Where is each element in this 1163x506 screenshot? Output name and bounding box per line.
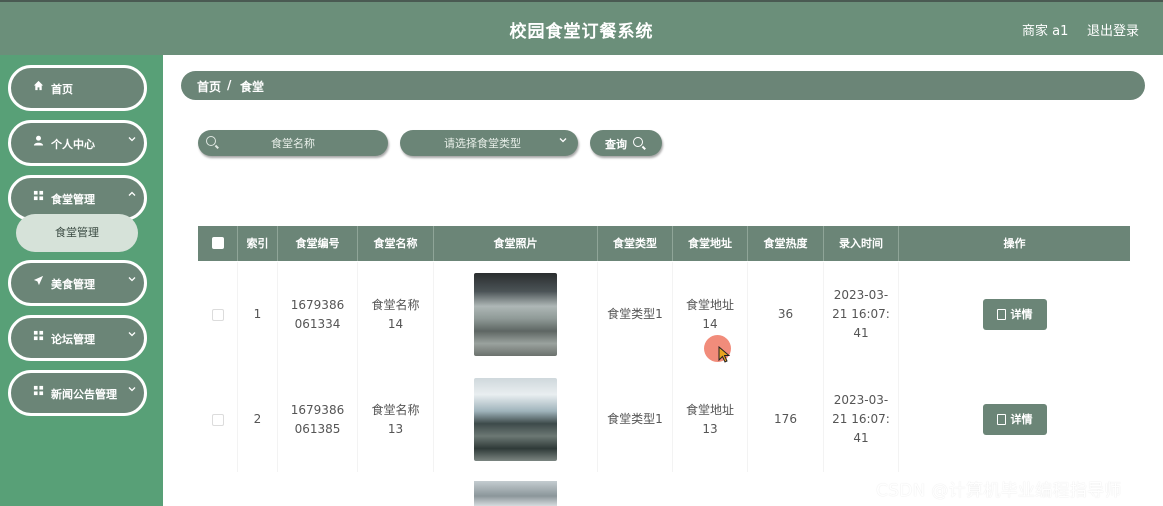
action-cell: 详情 (899, 262, 1130, 367)
breadcrumb-home[interactable]: 首页 (197, 78, 221, 95)
column-header: 食堂热度 (748, 226, 824, 261)
column-header: 录入时间 (824, 226, 899, 261)
canteen-photo (474, 273, 557, 356)
canteen-photo (474, 378, 557, 461)
row-select-cell (198, 367, 238, 472)
table-header: 索引 食堂编号 食堂名称 食堂照片 食堂类型 食堂地址 食堂热度 录入时间 操作 (198, 226, 1130, 261)
chevron-down-icon (127, 134, 137, 147)
chevron-up-icon (127, 189, 137, 202)
home-icon (31, 80, 45, 94)
breadcrumb-separator: / (227, 78, 232, 92)
canteen-photo (474, 481, 557, 506)
detail-button-label: 详情 (1010, 308, 1033, 321)
sidebar-item-label: 新闻公告管理 (51, 388, 117, 401)
column-header: 食堂编号 (278, 226, 358, 261)
code-cell: 1679386061385 (278, 367, 358, 472)
action-cell: 详情 (899, 367, 1130, 472)
app-title: 校园食堂订餐系统 (509, 22, 654, 42)
detail-button-label: 详情 (1010, 413, 1033, 426)
search-icon (633, 137, 643, 147)
sidebar-item-label: 美食管理 (51, 278, 95, 291)
name-cell: 食堂名称14 (358, 262, 434, 367)
chevron-down-icon (127, 329, 137, 342)
sidebar-item-news-management[interactable]: 新闻公告管理 (8, 370, 147, 416)
canteen-type-select[interactable]: 请选择食堂类型 (400, 130, 578, 156)
user-icon (31, 135, 45, 149)
breadcrumb: 首页 / 食堂 (181, 71, 1145, 100)
index-cell: 1 (238, 262, 278, 367)
column-header: 索引 (238, 226, 278, 261)
table-row: 1 1679386061334 食堂名称14 食堂类型1 食堂地址14 36 2… (198, 262, 1130, 367)
detail-button[interactable]: 详情 (982, 299, 1047, 330)
select-placeholder: 请选择食堂类型 (444, 137, 521, 150)
mouse-cursor-icon (718, 345, 731, 367)
search-placeholder: 食堂名称 (271, 137, 315, 150)
sidebar-item-forum-management[interactable]: 论坛管理 (8, 315, 147, 361)
sidebar-item-label: 食堂管理 (51, 193, 95, 206)
column-header: 食堂类型 (598, 226, 673, 261)
name-cell: 食堂名称13 (358, 367, 434, 472)
code-cell: 1679386061334 (278, 262, 358, 367)
submenu-item-canteen-management[interactable]: 食堂管理 (16, 214, 138, 252)
heat-cell: 36 (748, 262, 824, 367)
sidebar-item-label: 个人中心 (51, 138, 95, 151)
time-cell: 2023-03-21 16:07:41 (824, 262, 899, 367)
send-icon (31, 275, 45, 289)
grid-icon (31, 190, 45, 204)
type-cell: 食堂类型1 (598, 262, 673, 367)
heat-cell: 176 (748, 367, 824, 472)
grid-icon (31, 385, 45, 399)
document-icon (996, 309, 1006, 320)
index-cell: 2 (238, 367, 278, 472)
document-icon (996, 414, 1006, 425)
address-cell: 食堂地址13 (673, 367, 748, 472)
column-header: 食堂名称 (358, 226, 434, 261)
row-checkbox[interactable] (211, 308, 224, 321)
row-checkbox[interactable] (211, 413, 224, 426)
logout-link[interactable]: 退出登录 (1087, 20, 1139, 39)
select-all-checkbox[interactable] (212, 237, 224, 249)
sidebar-item-label: 首页 (51, 83, 73, 96)
watermark: CSDN @计算机毕业编程指导师 (876, 481, 1122, 501)
sidebar-item-food-management[interactable]: 美食管理 (8, 260, 147, 306)
breadcrumb-current: 食堂 (240, 80, 265, 94)
detail-button[interactable]: 详情 (982, 404, 1047, 435)
chevron-down-icon (127, 274, 137, 287)
select-all-cell (198, 226, 238, 261)
canteen-name-search-input[interactable]: 食堂名称 (198, 130, 388, 156)
current-user: 商家 a1 (1022, 24, 1069, 39)
sidebar-item-home[interactable]: 首页 (8, 65, 147, 111)
column-header: 食堂照片 (434, 226, 598, 261)
query-button[interactable]: 查询 (590, 130, 662, 156)
column-header: 操作 (1003, 237, 1026, 250)
column-header: 食堂地址 (673, 226, 748, 261)
type-cell: 食堂类型1 (598, 367, 673, 472)
chevron-down-icon (127, 384, 137, 397)
chevron-down-icon (558, 135, 568, 148)
sidebar-item-label: 论坛管理 (51, 333, 95, 346)
sidebar-item-personal-center[interactable]: 个人中心 (8, 120, 147, 166)
photo-cell (434, 367, 598, 472)
query-button-label: 查询 (605, 138, 627, 151)
photo-cell (434, 262, 598, 367)
top-header: 校园食堂订餐系统 商家 a1 退出登录 (0, 0, 1163, 55)
time-cell: 2023-03-21 16:07:41 (824, 367, 899, 472)
grid-icon (31, 330, 45, 344)
row-select-cell (198, 262, 238, 367)
table-row: 2 1679386061385 食堂名称13 食堂类型1 食堂地址13 176 … (198, 367, 1130, 472)
